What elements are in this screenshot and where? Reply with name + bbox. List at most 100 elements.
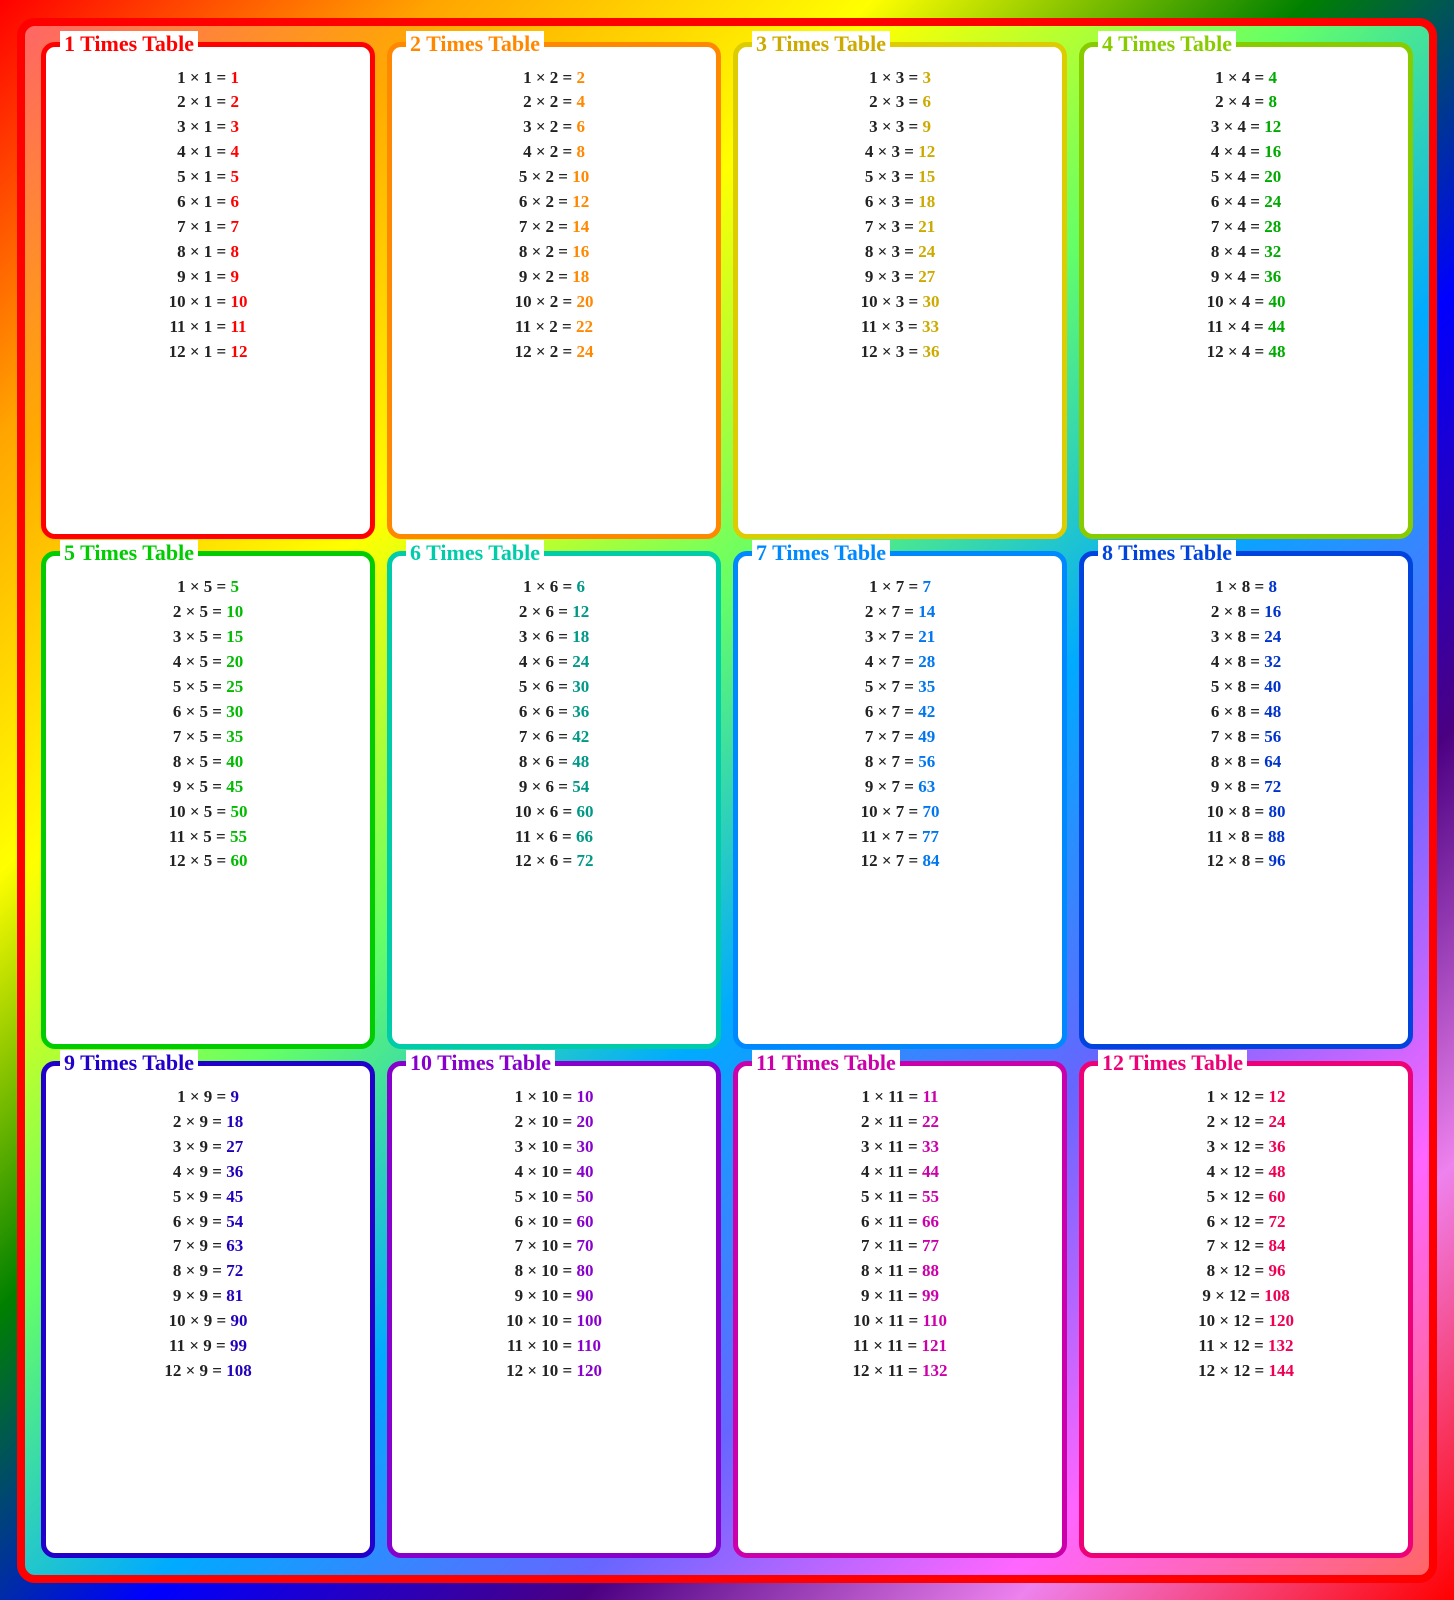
table-row: 1 × 6 = 6 xyxy=(400,576,708,599)
equation-result: 36 xyxy=(922,342,939,361)
table-card-10: 10 Times Table1 × 10 = 102 × 10 = 203 × … xyxy=(387,1061,721,1559)
equation-result: 40 xyxy=(1264,677,1281,696)
equation-result: 54 xyxy=(226,1212,243,1231)
equation-result: 18 xyxy=(226,1112,243,1131)
equation-result: 80 xyxy=(1268,802,1285,821)
table-row: 4 × 7 = 28 xyxy=(746,651,1054,674)
table-row: 3 × 11 = 33 xyxy=(746,1136,1054,1159)
table-row: 6 × 4 = 24 xyxy=(1092,191,1400,214)
equation-result: 120 xyxy=(576,1361,602,1380)
table-row: 6 × 8 = 48 xyxy=(1092,701,1400,724)
table-row: 2 × 11 = 22 xyxy=(746,1111,1054,1134)
equation-result: 12 xyxy=(572,602,589,621)
table-row: 11 × 2 = 22 xyxy=(400,316,708,339)
equation-result: 10 xyxy=(572,167,589,186)
table-row: 5 × 4 = 20 xyxy=(1092,166,1400,189)
table-row: 11 × 6 = 66 xyxy=(400,826,708,849)
table-title-3: 3 Times Table xyxy=(752,31,890,57)
table-row: 9 × 10 = 90 xyxy=(400,1285,708,1308)
equation-result: 66 xyxy=(922,1212,939,1231)
equation-result: 27 xyxy=(226,1137,243,1156)
equation-result: 81 xyxy=(226,1286,243,1305)
table-row: 7 × 12 = 84 xyxy=(1092,1235,1400,1258)
equation-result: 35 xyxy=(918,677,935,696)
equation-result: 108 xyxy=(1264,1286,1290,1305)
table-row: 9 × 12 = 108 xyxy=(1092,1285,1400,1308)
equation-result: 30 xyxy=(922,292,939,311)
equations-3: 1 × 3 = 32 × 3 = 63 × 3 = 94 × 3 = 125 ×… xyxy=(746,67,1054,364)
tables-grid: 1 Times Table1 × 1 = 12 × 1 = 23 × 1 = 3… xyxy=(35,36,1419,1565)
table-row: 11 × 1 = 11 xyxy=(54,316,362,339)
table-row: 10 × 10 = 100 xyxy=(400,1310,708,1333)
table-row: 9 × 6 = 54 xyxy=(400,776,708,799)
equation-result: 48 xyxy=(572,752,589,771)
table-row: 5 × 11 = 55 xyxy=(746,1186,1054,1209)
equation-result: 108 xyxy=(226,1361,252,1380)
equation-result: 110 xyxy=(922,1311,947,1330)
table-row: 4 × 3 = 12 xyxy=(746,141,1054,164)
table-row: 7 × 6 = 42 xyxy=(400,726,708,749)
table-row: 12 × 8 = 96 xyxy=(1092,850,1400,873)
equation-result: 16 xyxy=(572,242,589,261)
equation-result: 36 xyxy=(1268,1137,1285,1156)
table-row: 11 × 4 = 44 xyxy=(1092,316,1400,339)
outer-border: 1 Times Table1 × 1 = 12 × 1 = 23 × 1 = 3… xyxy=(17,18,1437,1583)
equation-result: 18 xyxy=(918,192,935,211)
equation-result: 21 xyxy=(918,217,935,236)
table-row: 10 × 6 = 60 xyxy=(400,801,708,824)
equation-result: 77 xyxy=(922,827,939,846)
table-row: 3 × 8 = 24 xyxy=(1092,626,1400,649)
table-card-11: 11 Times Table1 × 11 = 112 × 11 = 223 × … xyxy=(733,1061,1067,1559)
table-title-6: 6 Times Table xyxy=(406,540,544,566)
table-row: 12 × 10 = 120 xyxy=(400,1360,708,1383)
table-row: 7 × 3 = 21 xyxy=(746,216,1054,239)
equation-result: 90 xyxy=(576,1286,593,1305)
table-row: 7 × 1 = 7 xyxy=(54,216,362,239)
equation-result: 20 xyxy=(226,652,243,671)
table-row: 9 × 9 = 81 xyxy=(54,1285,362,1308)
table-row: 5 × 10 = 50 xyxy=(400,1186,708,1209)
equation-result: 30 xyxy=(572,677,589,696)
equation-result: 100 xyxy=(576,1311,602,1330)
table-row: 6 × 12 = 72 xyxy=(1092,1211,1400,1234)
table-row: 1 × 8 = 8 xyxy=(1092,576,1400,599)
equation-result: 88 xyxy=(922,1261,939,1280)
equation-result: 8 xyxy=(1268,92,1277,111)
equations-10: 1 × 10 = 102 × 10 = 203 × 10 = 304 × 10 … xyxy=(400,1086,708,1383)
table-row: 8 × 4 = 32 xyxy=(1092,241,1400,264)
table-row: 7 × 11 = 77 xyxy=(746,1235,1054,1258)
table-row: 2 × 5 = 10 xyxy=(54,601,362,624)
equation-result: 55 xyxy=(922,1187,939,1206)
table-row: 1 × 12 = 12 xyxy=(1092,1086,1400,1109)
table-row: 5 × 9 = 45 xyxy=(54,1186,362,1209)
equation-result: 20 xyxy=(576,292,593,311)
table-title-10: 10 Times Table xyxy=(406,1050,555,1076)
table-row: 2 × 1 = 2 xyxy=(54,91,362,114)
equation-result: 72 xyxy=(226,1261,243,1280)
table-row: 1 × 9 = 9 xyxy=(54,1086,362,1109)
table-row: 1 × 7 = 7 xyxy=(746,576,1054,599)
table-row: 6 × 2 = 12 xyxy=(400,191,708,214)
equation-result: 72 xyxy=(1264,777,1281,796)
equation-result: 24 xyxy=(1264,192,1281,211)
equation-result: 4 xyxy=(576,92,585,111)
equations-1: 1 × 1 = 12 × 1 = 23 × 1 = 34 × 1 = 45 × … xyxy=(54,67,362,364)
table-row: 10 × 9 = 90 xyxy=(54,1310,362,1333)
table-row: 10 × 11 = 110 xyxy=(746,1310,1054,1333)
table-row: 12 × 12 = 144 xyxy=(1092,1360,1400,1383)
table-row: 9 × 4 = 36 xyxy=(1092,266,1400,289)
equation-result: 80 xyxy=(576,1261,593,1280)
table-row: 1 × 11 = 11 xyxy=(746,1086,1054,1109)
table-row: 10 × 12 = 120 xyxy=(1092,1310,1400,1333)
table-row: 9 × 1 = 9 xyxy=(54,266,362,289)
equation-result: 7 xyxy=(922,577,931,596)
equation-result: 14 xyxy=(572,217,589,236)
equation-result: 42 xyxy=(572,727,589,746)
table-title-4: 4 Times Table xyxy=(1098,31,1236,57)
table-row: 10 × 8 = 80 xyxy=(1092,801,1400,824)
equation-result: 5 xyxy=(230,167,239,186)
equations-9: 1 × 9 = 92 × 9 = 183 × 9 = 274 × 9 = 365… xyxy=(54,1086,362,1383)
table-row: 5 × 8 = 40 xyxy=(1092,676,1400,699)
table-row: 4 × 2 = 8 xyxy=(400,141,708,164)
table-row: 8 × 7 = 56 xyxy=(746,751,1054,774)
